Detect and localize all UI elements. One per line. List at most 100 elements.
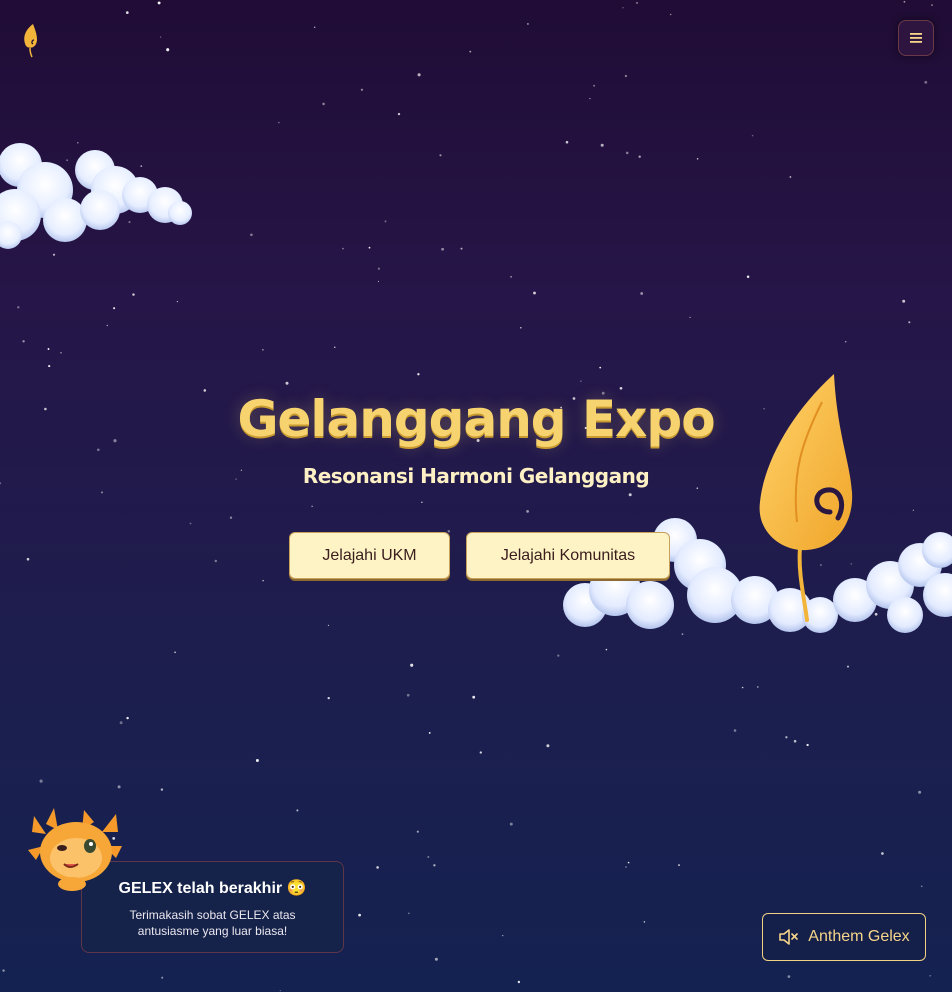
star	[517, 980, 521, 984]
explore-ukm-button[interactable]: Jelajahi UKM	[289, 532, 450, 579]
star	[874, 612, 878, 616]
star	[479, 751, 482, 754]
explore-community-button[interactable]: Jelajahi Komunitas	[466, 532, 670, 579]
star	[12, 242, 14, 245]
star	[214, 559, 218, 563]
star	[47, 348, 50, 350]
star	[546, 744, 550, 748]
star	[261, 348, 264, 351]
star	[384, 220, 387, 223]
star	[66, 159, 68, 161]
star	[881, 852, 884, 855]
star	[787, 975, 791, 978]
star	[924, 80, 928, 84]
star	[52, 253, 56, 256]
star	[600, 143, 604, 147]
star	[26, 557, 30, 561]
star	[60, 351, 62, 354]
star	[296, 809, 299, 812]
star	[368, 246, 371, 249]
star	[625, 866, 627, 868]
star	[314, 26, 316, 28]
star	[126, 716, 129, 720]
star	[377, 280, 380, 283]
star	[311, 505, 313, 507]
star	[410, 663, 414, 667]
star	[406, 693, 410, 697]
star	[229, 516, 233, 519]
star	[408, 912, 410, 915]
star	[643, 921, 646, 923]
star	[377, 267, 381, 270]
star	[17, 306, 20, 309]
star	[125, 11, 129, 14]
star	[90, 209, 94, 213]
star	[565, 140, 569, 144]
star	[589, 97, 591, 100]
feather-logo-icon[interactable]	[20, 22, 42, 58]
star	[106, 324, 109, 327]
star	[469, 50, 472, 53]
star	[557, 654, 560, 657]
star	[627, 861, 630, 864]
star	[509, 822, 513, 826]
star	[733, 729, 737, 732]
star	[636, 2, 638, 4]
star	[262, 579, 264, 582]
star	[678, 864, 680, 867]
star	[322, 102, 325, 106]
star	[931, 4, 933, 6]
star	[161, 976, 164, 979]
menu-button[interactable]	[898, 20, 934, 56]
star	[334, 346, 336, 348]
star	[793, 739, 797, 743]
cloud-top-left	[0, 143, 192, 249]
star	[746, 275, 750, 279]
star	[278, 121, 280, 124]
star	[2, 969, 5, 972]
star	[113, 307, 116, 310]
star	[128, 221, 131, 224]
star	[689, 316, 691, 319]
star	[119, 721, 123, 725]
star	[912, 509, 915, 511]
star	[526, 22, 529, 25]
star	[428, 731, 431, 734]
toast-message: Terimakasih sobat GELEX atas antusiasme …	[129, 908, 296, 938]
anthem-audio-button[interactable]: Anthem Gelex	[762, 913, 926, 961]
star	[96, 448, 100, 452]
star	[189, 522, 192, 525]
star	[140, 165, 143, 167]
star	[77, 141, 79, 144]
star	[844, 340, 847, 343]
star	[21, 151, 25, 155]
star	[433, 864, 436, 867]
star	[160, 788, 164, 791]
star	[342, 247, 344, 250]
star	[427, 855, 430, 859]
star	[327, 624, 330, 627]
star	[22, 340, 25, 343]
star	[669, 13, 672, 16]
star	[638, 155, 641, 158]
star	[914, 603, 917, 606]
star	[789, 176, 792, 178]
star	[157, 1, 161, 5]
star	[502, 934, 504, 937]
star	[908, 321, 911, 324]
star	[696, 158, 699, 160]
star	[903, 0, 906, 3]
star	[132, 293, 135, 296]
anthem-label: Anthem Gelex	[808, 928, 910, 945]
star	[520, 326, 522, 329]
star	[526, 510, 529, 513]
star	[785, 736, 788, 739]
star	[510, 275, 513, 278]
star	[441, 247, 444, 251]
star	[847, 665, 849, 668]
star	[472, 695, 476, 699]
star	[327, 696, 330, 700]
star	[640, 292, 644, 295]
dragon-mascot-icon	[28, 808, 122, 891]
star	[285, 381, 289, 385]
